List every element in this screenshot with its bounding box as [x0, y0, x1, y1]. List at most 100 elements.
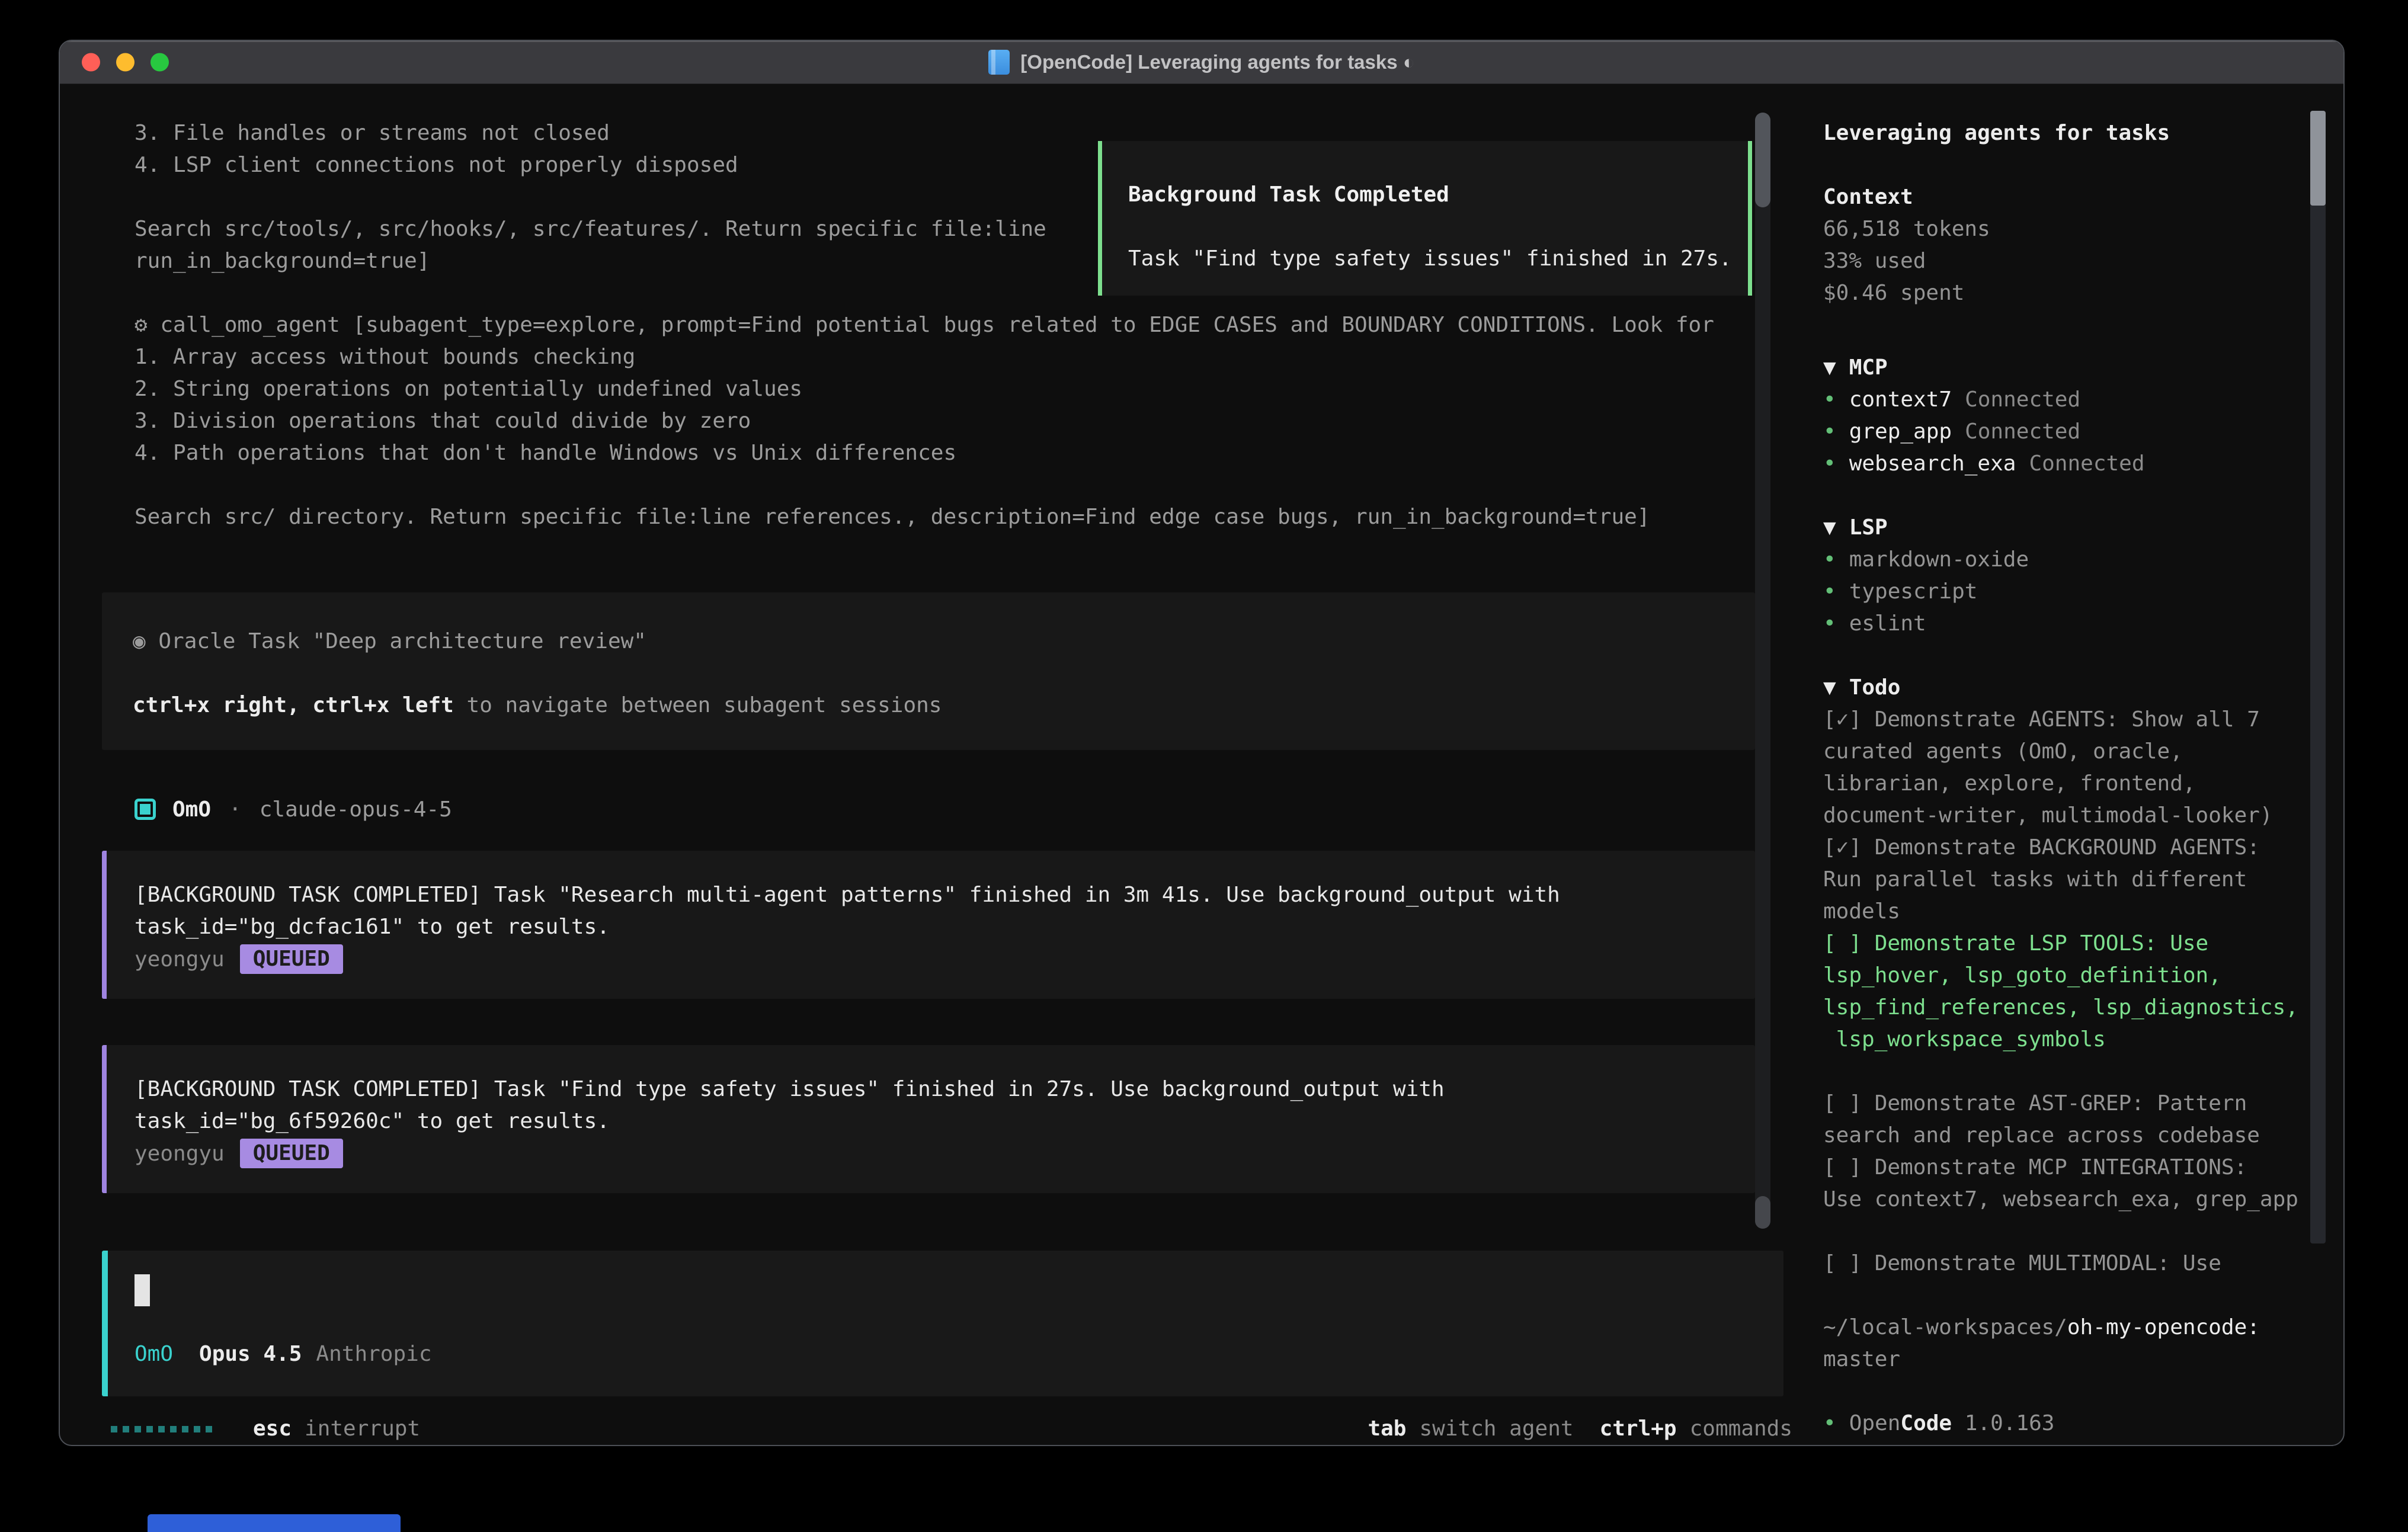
queued-badge: QUEUED — [240, 1139, 343, 1168]
oracle-task-hint: ctrl+x right, ctrl+x left to navigate be… — [133, 690, 1755, 722]
spacer — [102, 469, 1818, 501]
workspace-path: ~/local-workspaces/oh-my-opencode: — [1823, 1312, 2343, 1344]
main-scrollbar[interactable] — [1755, 113, 1770, 1229]
message-line: task_id="bg_6f59260c" to get results. — [135, 1105, 1755, 1137]
background-task-notification[interactable]: Background Task Completed Task "Find typ… — [1098, 141, 1752, 296]
oracle-task-title: ◉ Oracle Task "Deep architecture review" — [133, 626, 1755, 658]
tool-call-text: call_omo_agent [subagent_type=explore, p… — [160, 313, 1714, 337]
status-bar: esc interrupt tab switch agent ctrl+p co… — [111, 1413, 1792, 1445]
workspace-branch: master — [1823, 1344, 2343, 1376]
activity-dot — [194, 1426, 200, 1432]
spacer — [1823, 1280, 2343, 1312]
separator-dot: · — [229, 797, 242, 822]
todo-line-active: [ ] Demonstrate LSP TOOLS: Use — [1823, 928, 2343, 960]
message-author: yeongyu — [135, 947, 225, 972]
ctrlp-key-hint: ctrl+p — [1600, 1413, 1677, 1445]
sidebar-scrollbar[interactable] — [2310, 111, 2326, 1243]
todo-line-done: curated agents (OmO, oracle, — [1823, 736, 2343, 768]
context-heading: Context — [1823, 181, 2343, 213]
terminal-line: Search src/ directory. Return specific f… — [102, 501, 1818, 533]
tab-key-label: switch agent — [1419, 1413, 1573, 1445]
todo-line-done: Run parallel tasks with different — [1823, 864, 2343, 896]
background-task-message: [BACKGROUND TASK COMPLETED] Task "Find t… — [102, 1045, 1755, 1193]
opencode-window: [OpenCode] Leveraging agents for tasks ◐… — [59, 40, 2345, 1446]
lsp-section-header[interactable]: ▼LSP — [1823, 512, 2343, 544]
mcp-item: •websearch_exaConnected — [1823, 448, 2343, 480]
status-dot-icon: • — [1823, 611, 1836, 636]
todo-line-done: [✓] Demonstrate BACKGROUND AGENTS: — [1823, 832, 2343, 864]
window-title: [OpenCode] Leveraging agents for tasks ◐ — [988, 50, 1414, 75]
activity-dot — [135, 1426, 141, 1432]
shortcut-keys: ctrl+x right, ctrl+x left — [133, 693, 454, 717]
input-provider: Anthropic — [316, 1338, 431, 1370]
oracle-task-card[interactable]: ◉ Oracle Task "Deep architecture review"… — [102, 592, 1755, 750]
ctrlp-key-label: commands — [1690, 1413, 1792, 1445]
main-scrollbar-thumb[interactable] — [1755, 113, 1770, 207]
lsp-item: •markdown-oxide — [1823, 544, 2343, 576]
notification-title: Background Task Completed — [1128, 179, 1748, 211]
spacer — [1823, 1056, 2343, 1088]
activity-dot — [170, 1426, 177, 1432]
terminal-line: 3. Division operations that could divide… — [102, 405, 1818, 437]
esc-key-hint: esc — [253, 1413, 292, 1445]
sidebar-scrollbar-thumb[interactable] — [2310, 111, 2326, 206]
agent-square-icon — [135, 799, 156, 820]
mcp-item: •context7Connected — [1823, 384, 2343, 416]
minimize-window-button[interactable] — [116, 53, 135, 72]
activity-dot — [158, 1426, 165, 1432]
tab-key-hint: tab — [1368, 1413, 1406, 1445]
status-dot-icon: • — [1823, 547, 1836, 572]
todo-line-pending: Use context7, websearch_exa, grep_app — [1823, 1184, 2343, 1216]
activity-dot — [111, 1426, 117, 1432]
todo-line-pending: [ ] Demonstrate AST-GREP: Pattern — [1823, 1088, 2343, 1120]
context-spent: $0.46 spent — [1823, 277, 2343, 309]
activity-dots — [111, 1426, 217, 1432]
sidebar: Leveraging agents for tasks Context 66,5… — [1818, 84, 2343, 1445]
message-line: [BACKGROUND TASK COMPLETED] Task "Resear… — [135, 879, 1755, 911]
session-title: Leveraging agents for tasks — [1823, 117, 2343, 149]
input-agent-name: OmO — [135, 1338, 173, 1370]
todo-line-pending: [ ] Demonstrate MULTIMODAL: Use — [1823, 1248, 2343, 1280]
background-task-message: [BACKGROUND TASK COMPLETED] Task "Resear… — [102, 851, 1755, 999]
main-scrollbar-thumb-bottom[interactable] — [1755, 1196, 1770, 1229]
traffic-lights — [82, 53, 169, 72]
lsp-item: •eslint — [1823, 608, 2343, 640]
chevron-down-icon: ▼ — [1823, 515, 1836, 540]
todo-line-active: lsp_workspace_symbols — [1823, 1024, 2343, 1056]
status-dot-icon: • — [1823, 579, 1836, 604]
message-author: yeongyu — [135, 1142, 225, 1166]
spacer — [1823, 1216, 2343, 1248]
mcp-section-header[interactable]: ▼MCP — [1823, 352, 2343, 384]
lsp-item: •typescript — [1823, 576, 2343, 608]
zoom-window-button[interactable] — [150, 53, 169, 72]
context-tokens: 66,518 tokens — [1823, 213, 2343, 245]
spacer — [133, 658, 1755, 690]
background-window-peek[interactable] — [148, 1514, 401, 1532]
status-dot-icon: • — [1823, 387, 1836, 412]
spacer — [1823, 149, 2343, 181]
status-right: tab switch agent ctrl+p commands — [1368, 1413, 1792, 1445]
queued-badge: QUEUED — [240, 944, 343, 974]
todo-section-header[interactable]: ▼Todo — [1823, 672, 2343, 704]
message-line: [BACKGROUND TASK COMPLETED] Task "Find t… — [135, 1073, 1755, 1105]
gear-icon: ⚙ — [135, 313, 160, 337]
prompt-input[interactable]: OmO Opus 4.5 Anthropic — [102, 1251, 1783, 1396]
agent-name: OmO — [172, 797, 211, 822]
desktop: [OpenCode] Leveraging agents for tasks ◐… — [0, 0, 2408, 1532]
todo-line-done: librarian, explore, frontend, — [1823, 768, 2343, 800]
todo-line-active: lsp_hover, lsp_goto_definition, — [1823, 960, 2343, 992]
terminal-line: 2. String operations on potentially unde… — [102, 373, 1818, 405]
mcp-item: •grep_appConnected — [1823, 416, 2343, 448]
status-dot-icon: • — [1823, 419, 1836, 444]
context-used: 33% used — [1823, 245, 2343, 277]
todo-line-done: [✓] Demonstrate AGENTS: Show all 7 — [1823, 704, 2343, 736]
message-line: task_id="bg_dcfac161" to get results. — [135, 911, 1755, 943]
status-dot-icon: • — [1823, 1411, 1836, 1435]
message-meta: yeongyu QUEUED — [135, 943, 1755, 975]
message-meta: yeongyu QUEUED — [135, 1137, 1755, 1169]
window-titlebar[interactable]: [OpenCode] Leveraging agents for tasks ◐ — [60, 41, 2343, 84]
activity-dot — [123, 1426, 129, 1432]
terminal-line: 4. Path operations that don't handle Win… — [102, 437, 1818, 469]
activity-dot — [206, 1426, 212, 1432]
close-window-button[interactable] — [82, 53, 100, 72]
